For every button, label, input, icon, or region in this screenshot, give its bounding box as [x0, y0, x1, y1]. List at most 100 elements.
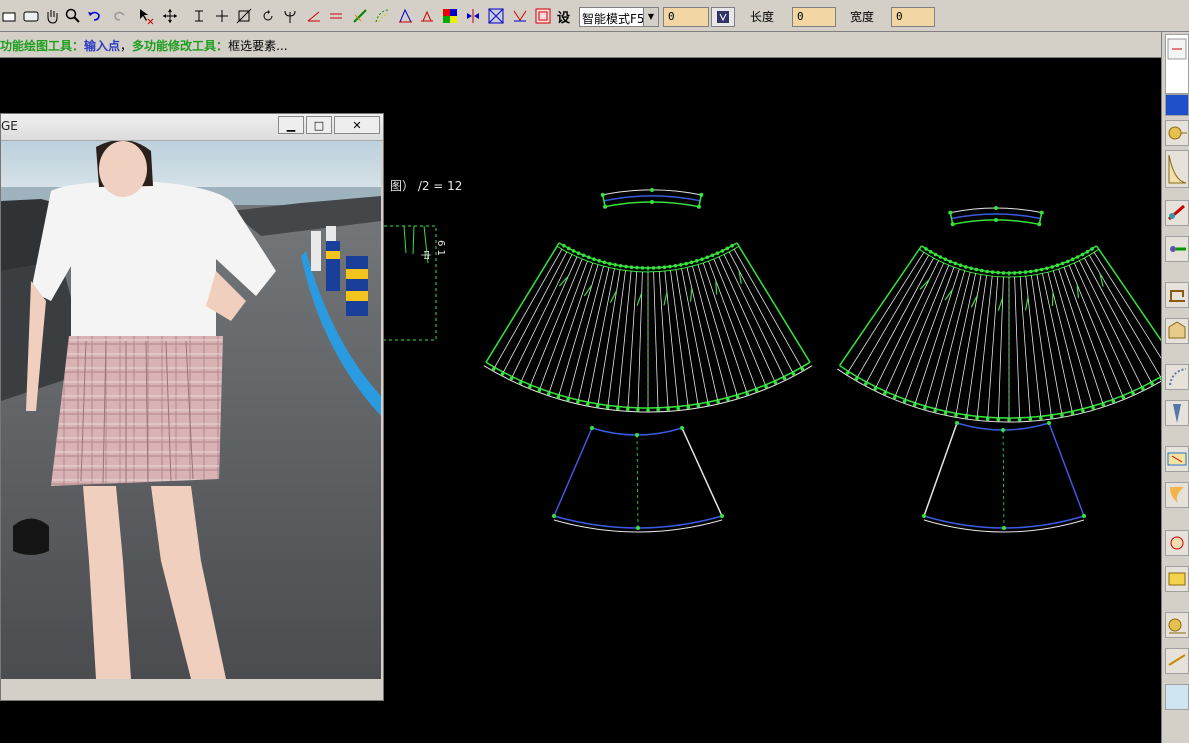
piece-toggle-icon[interactable]: [711, 7, 735, 27]
skirt-1-hem-point: [626, 407, 630, 412]
value-field[interactable]: 0: [663, 7, 709, 27]
skirt-1-waist-point: [571, 249, 576, 253]
chevron-down-icon[interactable]: ▼: [643, 8, 658, 26]
width-field[interactable]: 0: [891, 7, 935, 27]
lining-1-side-right: [681, 427, 723, 517]
frame-icon[interactable]: [486, 6, 506, 26]
skirt-2-hem-point: [1091, 406, 1095, 410]
skirt-1-waist-point: [730, 243, 734, 248]
sewing-machine-icon[interactable]: [1165, 282, 1189, 308]
image-window-titlebar[interactable]: GE ▁ □ ✕: [1, 114, 383, 141]
tape-icon[interactable]: [1165, 612, 1189, 638]
skirt-2-waist-point: [964, 265, 968, 269]
skirt-2-waist-point: [1075, 255, 1080, 259]
pencil-icon[interactable]: [1165, 200, 1189, 226]
mirror-icon[interactable]: [463, 6, 483, 26]
triangle-icon[interactable]: [395, 6, 415, 26]
arc-icon[interactable]: [1165, 364, 1189, 390]
skirt-1-hem-point: [528, 385, 532, 389]
skirt-2-waist-point: [1090, 247, 1094, 251]
band-2-mid: [951, 213, 1041, 220]
skirt-1-dart-mark: [715, 280, 718, 295]
maximize-button[interactable]: □: [306, 116, 332, 134]
skirt-2-hem-point: [1060, 413, 1064, 418]
cad-side-label2: 中: [419, 250, 432, 260]
preview-icon[interactable]: [1165, 34, 1189, 94]
ruler-icon[interactable]: [350, 6, 370, 26]
skirt-1-hem-point: [666, 407, 670, 412]
sew-icon[interactable]: [417, 6, 437, 26]
length-label: 长度: [750, 10, 775, 24]
skirt-1-waist-point: [618, 264, 623, 268]
skirt-2-hem-point: [1101, 403, 1106, 407]
minimize-button[interactable]: ▁: [278, 116, 304, 134]
right-tool-panel: [1161, 32, 1189, 743]
zoom-icon[interactable]: [63, 6, 83, 26]
angle-icon[interactable]: [304, 6, 324, 26]
lining-2-point: [1002, 526, 1006, 530]
skirt-2-waist-point: [1001, 271, 1006, 275]
tape-measure-icon[interactable]: [1165, 120, 1189, 146]
maximize-icon: □: [313, 118, 325, 132]
skirt-2-hem-point: [845, 371, 850, 375]
skirt-1-hem-point: [556, 395, 561, 399]
trident-icon[interactable]: [280, 6, 300, 26]
ruler-blue-icon[interactable]: [1165, 446, 1189, 472]
select-cross-icon[interactable]: [136, 6, 156, 26]
lining-1-point: [590, 426, 594, 430]
box-icon[interactable]: [1165, 318, 1189, 344]
reference-image-window[interactable]: GE ▁ □ ✕: [0, 113, 384, 701]
settings-label[interactable]: 设: [557, 7, 570, 26]
status-action1: 输入点: [84, 39, 121, 53]
skirt-1-hem-point: [509, 376, 514, 381]
measure-line-icon[interactable]: [1165, 648, 1189, 674]
skirt-2-hem-point: [954, 413, 958, 418]
skirt-1-pleat-line: [637, 271, 643, 408]
skirt-1-pleat-line: [723, 254, 785, 377]
redo-icon[interactable]: [110, 6, 130, 26]
measure-box-icon[interactable]: [533, 6, 553, 26]
text-icon[interactable]: [190, 6, 210, 26]
skirt-1-hem-point: [547, 392, 551, 396]
skirt-1-hem-point: [656, 408, 660, 412]
skirt-1-waist-point: [695, 259, 699, 263]
skirt-2-hem-point: [1121, 395, 1126, 400]
parallel-icon[interactable]: [326, 6, 346, 26]
skirt-1-waist-point: [705, 255, 709, 260]
intersect-icon[interactable]: [234, 6, 254, 26]
skirt-2-waist-point: [948, 259, 953, 264]
move-icon[interactable]: [160, 6, 180, 26]
needle-icon[interactable]: [1165, 400, 1189, 426]
close-icon: ✕: [352, 118, 362, 132]
skirt-1-hem-point: [605, 405, 610, 410]
point-tool-icon[interactable]: [1165, 236, 1189, 262]
undo-icon[interactable]: [84, 6, 104, 26]
skirt-2-waist-point: [969, 266, 973, 271]
button-icon[interactable]: [1165, 530, 1189, 556]
skirt-2-waist-point: [1080, 252, 1085, 257]
skirt-1-waist-point: [673, 264, 678, 268]
skirt-2-hem-point: [1081, 409, 1085, 413]
dashed-curve-icon[interactable]: [372, 6, 392, 26]
keyboard-icon[interactable]: [21, 6, 41, 26]
band-1-point: [650, 188, 654, 192]
eraser-icon[interactable]: [0, 6, 20, 26]
rotate-icon[interactable]: [258, 6, 278, 26]
fold-icon[interactable]: [1165, 482, 1189, 508]
skirt-2-hem-point: [964, 415, 969, 419]
close-button[interactable]: ✕: [334, 116, 380, 134]
dart-icon[interactable]: [510, 6, 530, 26]
length-field[interactable]: 0: [792, 7, 836, 27]
page-number-icon[interactable]: [1165, 684, 1189, 710]
lining-1-point: [636, 526, 640, 530]
skirt-1-waist-point: [651, 266, 656, 270]
band-1-point: [603, 204, 608, 209]
pan-hand-icon[interactable]: [42, 6, 62, 26]
skirt-1-waist-point: [602, 260, 607, 265]
lining-1-point: [552, 514, 556, 518]
color-grid-icon[interactable]: [440, 6, 460, 26]
curve-ruler-icon[interactable]: [1165, 150, 1189, 188]
mode-select[interactable]: 智能模式F5 ▼: [579, 7, 659, 27]
plus-icon[interactable]: [212, 6, 232, 26]
tag-icon[interactable]: [1165, 566, 1189, 592]
